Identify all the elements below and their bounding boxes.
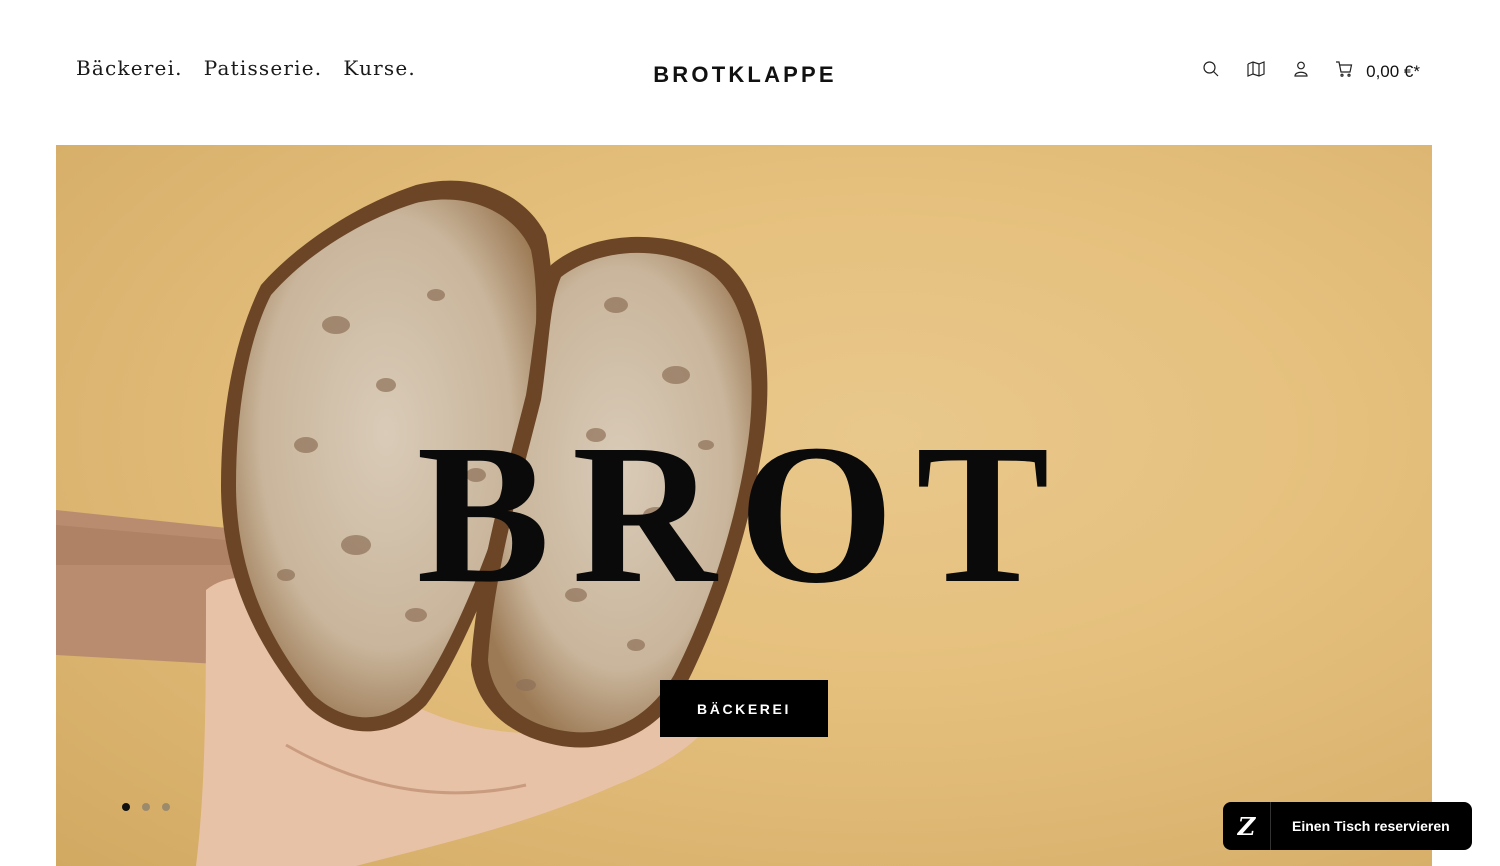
search-icon[interactable]: [1200, 58, 1222, 80]
nav-link-kurse[interactable]: Kurse.: [343, 56, 416, 80]
slider-dot-3[interactable]: [162, 803, 170, 811]
header-tools: 0,00 €*: [1177, 58, 1420, 81]
cart-icon: [1336, 61, 1353, 77]
baeckerei-button[interactable]: BÄCKEREI: [660, 680, 828, 737]
nav-link-baeckerei[interactable]: Bäckerei.: [76, 56, 183, 80]
reserve-table-button[interactable]: Z Einen Tisch reservieren: [1223, 802, 1472, 850]
slider-dot-2[interactable]: [142, 803, 150, 811]
slider-dots: [122, 803, 170, 811]
user-icon[interactable]: [1290, 58, 1312, 80]
hero-title: BROT: [416, 404, 1072, 625]
map-icon[interactable]: [1245, 58, 1267, 80]
cart-button[interactable]: 0,00 €*: [1335, 59, 1420, 81]
slider-dot-1[interactable]: [122, 803, 130, 811]
site-header: Bäckerei. Patisserie. Kurse. BROTKLAPPE …: [0, 0, 1500, 145]
nav-link-patisserie[interactable]: Patisserie.: [204, 56, 323, 80]
site-logo[interactable]: BROTKLAPPE: [650, 62, 840, 88]
hero-slider: BROT BÄCKEREI: [56, 145, 1432, 866]
main-nav: Bäckerei. Patisserie. Kurse.: [76, 56, 416, 80]
cart-amount: 0,00 €*: [1366, 62, 1420, 81]
reservation-logo: Z: [1223, 802, 1271, 850]
reserve-table-label: Einen Tisch reservieren: [1292, 818, 1450, 834]
